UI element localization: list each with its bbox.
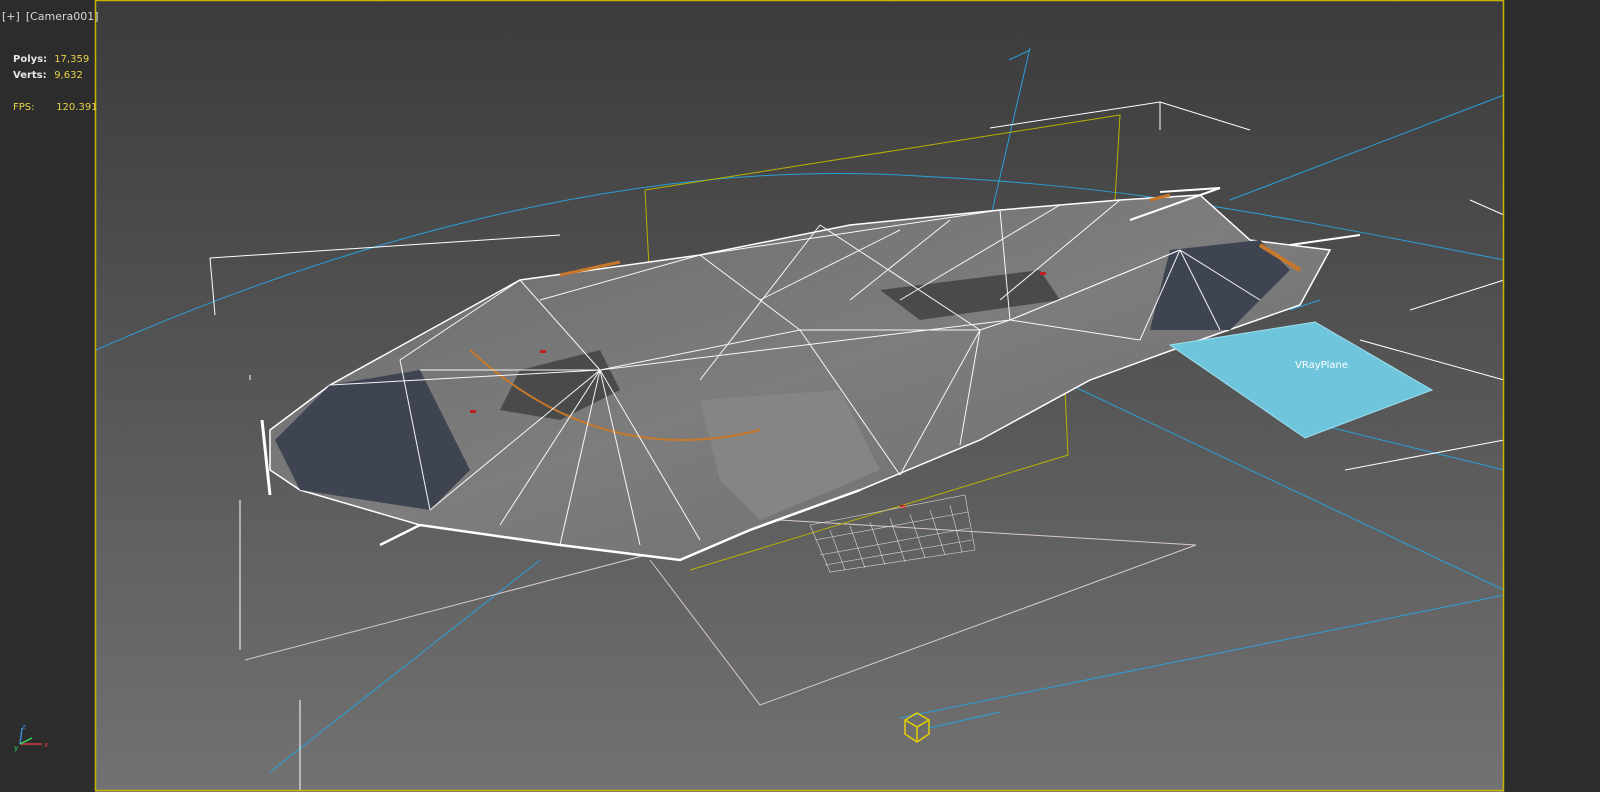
viewport-label: [+] [Camera001] [2, 10, 105, 23]
polys-label: Polys: [13, 54, 48, 65]
axis-y-label: y [14, 744, 18, 752]
viewport-menu-button[interactable]: [+] [2, 10, 20, 23]
scene-canvas[interactable] [0, 0, 1600, 792]
fps-label: FPS: [13, 102, 35, 113]
verts-stat: Verts: 9,632 [13, 70, 83, 81]
camera-viewport[interactable]: [+] [Camera001] Polys: 17,359 Verts: 9,63… [0, 0, 1600, 792]
polys-stat: Polys: 17,359 [13, 54, 89, 65]
polys-value: 17,359 [54, 54, 90, 65]
axis-z-label: z [22, 723, 26, 731]
axis-tripod-icon: z y x [14, 723, 48, 752]
verts-label: Verts: [13, 70, 47, 81]
viewport-camera-button[interactable]: [Camera001] [26, 10, 99, 23]
verts-value: 9,632 [54, 70, 83, 81]
fps-stat: FPS: 120.391 [13, 102, 98, 113]
vray-plane-label: VRayPlane [1295, 360, 1349, 371]
axis-x-label: x [44, 741, 48, 749]
fps-value: 120.391 [56, 102, 98, 113]
